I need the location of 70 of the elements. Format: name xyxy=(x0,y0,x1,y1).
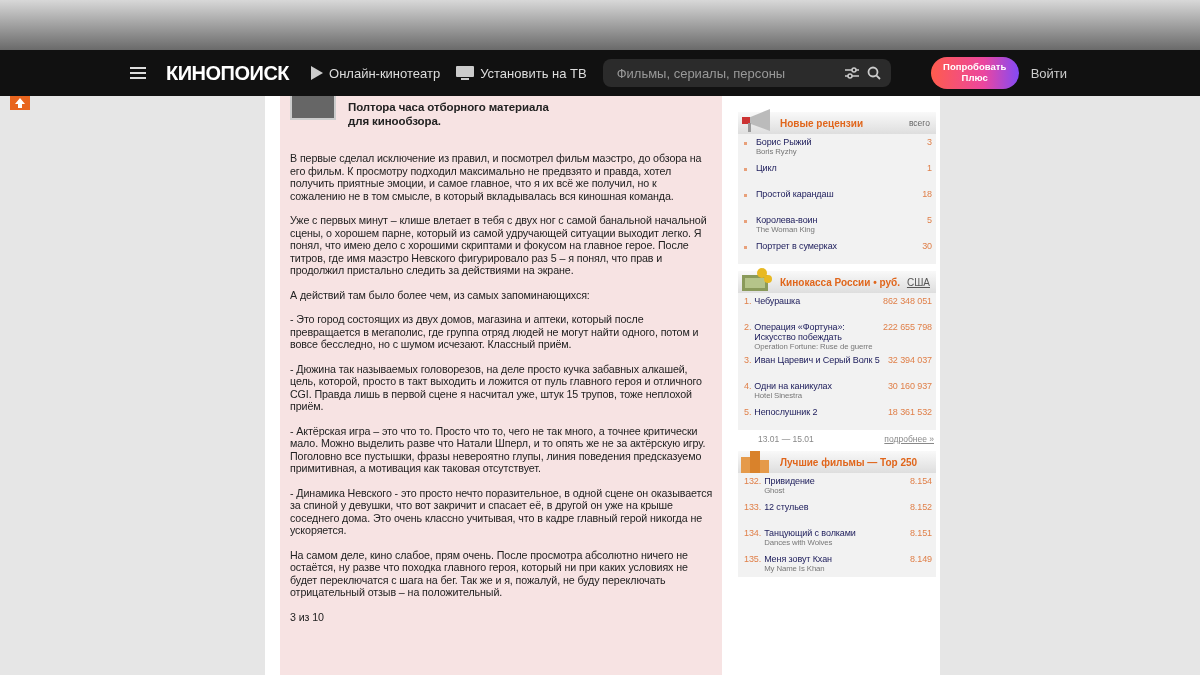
film-link[interactable]: Операция «Фортуна»: Искусство побеждать xyxy=(754,322,882,342)
review-paragraph: - Актёрская игра – это что то. Просто что то, чего не так много, а точнее критически мало. Можно выделить разве что Натали Шперл, и то опять же не за актёрскую игру. Поголовно все пустышки, фразы невероятно глупы, линия поведения предсказуемо примитивная, а мотивация как таковая отсутствует. xyxy=(290,424,707,475)
bullet-icon xyxy=(744,220,747,223)
film-link[interactable]: Иван Царевич и Серый Волк 5 xyxy=(754,355,886,365)
filter-icon[interactable] xyxy=(844,67,859,79)
film-link[interactable]: Борис Рыжий xyxy=(756,137,926,147)
film-link[interactable]: Одни на каникулах xyxy=(754,381,886,391)
usa-link[interactable]: США xyxy=(906,276,930,288)
box-office-sum: 30 160 937 xyxy=(887,381,932,393)
rank-number: 135. xyxy=(744,554,762,566)
scroll-up-icon[interactable] xyxy=(10,96,30,110)
review-paragraph: - Дюжина так называемых головорезов, на деле просто кучка забавных алкашей, цель, которой, просто в такт выходить и ложится от пуль главного героя и отличного CGI. Правда лишь в первой сцене я насчитал уже, штук 15 трупов, тоже неплохой приём. xyxy=(290,362,703,413)
film-link[interactable]: Портрет в сумерках xyxy=(756,241,921,251)
review-rating: 3 из 10 xyxy=(290,610,325,623)
film-link[interactable]: Чебурашка xyxy=(754,296,882,306)
film-rating: 8.149 xyxy=(909,554,932,566)
film-rating: 8.154 xyxy=(909,476,932,488)
nav-link[interactable]: Онлайн-кинотеатр xyxy=(311,65,441,81)
bullet-icon xyxy=(744,142,747,145)
review-paragraph: Уже с первых минут – клише влетает в тебя с двух ног с самой банальной начальной сцены, о хорошем парне, который из самой удручающей ситуации выходит легко. Я понял, что имею дело с хорошими скриптами и фокусом на главное герое. После титров, где имя маэстро Невского фигурировало раз 5 – я понял, что прав и продолжил пристально следить за действиями на экране. xyxy=(290,214,708,277)
review-count: 3 xyxy=(927,137,932,149)
tv-icon xyxy=(456,65,475,81)
bullet-icon xyxy=(744,246,747,249)
review-count: 1 xyxy=(927,163,932,175)
search-field[interactable]: Фильмы, сериалы, персоны xyxy=(614,64,837,82)
film-link[interactable]: Танцующий с волками xyxy=(764,528,908,538)
search-icon[interactable] xyxy=(866,66,881,80)
bullet-icon xyxy=(744,168,747,171)
more-link[interactable]: подробнее » xyxy=(884,434,934,444)
review-count: 30 xyxy=(922,241,932,253)
film-link[interactable]: Королева-воин xyxy=(756,215,926,225)
box-office-sum: 222 655 798 xyxy=(883,322,932,334)
play-icon xyxy=(311,66,324,80)
review-title: Полтора часа отборного материала для кинообзора. xyxy=(348,101,550,128)
review-count: 5 xyxy=(927,215,932,227)
film-link[interactable]: Непослушник 2 xyxy=(754,407,886,417)
rank-number: 134. xyxy=(744,528,762,540)
review-count: 18 xyxy=(922,189,932,201)
photo-placeholder xyxy=(290,96,336,120)
money-icon xyxy=(740,265,774,293)
login-link[interactable]: Войти xyxy=(1030,65,1068,81)
review-paragraph: - Динамика Невского - это просто нечто поразительное, в одной сцене он оказывается за спиной у девушки, что вот закричит и спасает её, в другой он уже на крыше соседнего дома. Это очень классно учитывая, что в кадре главный герой никогда не ускоряется. xyxy=(290,486,714,537)
rank-number: 3. xyxy=(744,355,752,367)
rank-number: 132. xyxy=(744,476,762,488)
site-logo[interactable]: КИНОПОИСК xyxy=(166,61,290,85)
menu-icon[interactable] xyxy=(130,66,146,80)
film-link[interactable]: 12 стульев xyxy=(764,502,908,512)
film-link[interactable]: Привидение xyxy=(764,476,908,486)
film-rating: 8.151 xyxy=(909,528,932,540)
review-paragraph: В первые сделал исключение из правил, и посмотрел фильм маэстро, до обзора на его фильм. К просмотру подходил максимально не предвзято и правда, хотел получить приятные эмоции, и самое главное, что я их всё же получил, но к сожалению не в том смысле, в который вкладывалась вся киношная команда. xyxy=(290,152,703,202)
rank-number: 1. xyxy=(744,296,752,308)
search-bar[interactable]: Фильмы, сериалы, персоны xyxy=(602,59,891,87)
box-office-sum: 862 348 051 xyxy=(883,296,932,308)
review-paragraph: А действий там было более чем, из самых запоминающихся: xyxy=(290,288,591,301)
nav-link[interactable]: Установить на ТВ xyxy=(456,65,587,81)
column-note: всего xyxy=(908,118,930,128)
rank-number: 2. xyxy=(744,322,752,334)
review-paragraph: На самом деле, кино слабое, прям очень. После просмотра абсолютно ничего не остаётся, ну разве что походка главного героя, который ни при каких условиях не будет переключатся с шага на бег. Так же и я, пожалуй, не буду переключать отрицательный отзыв – на положительный. xyxy=(290,548,689,599)
box-office-sum: 18 361 532 xyxy=(887,407,932,419)
rank-number: 5. xyxy=(744,407,752,419)
bullet-icon xyxy=(744,194,747,197)
film-link[interactable]: Цикл xyxy=(756,163,926,173)
rank-number: 4. xyxy=(744,381,752,393)
box-office-sum: 32 394 037 xyxy=(887,355,932,367)
rank-number: 133. xyxy=(744,502,762,514)
film-rating: 8.152 xyxy=(909,502,932,514)
film-link[interactable]: Простой карандаш xyxy=(756,189,921,199)
date-range: 13.01 — 15.01 xyxy=(758,434,814,444)
review-paragraph: - Это город состоящих из двух домов, магазина и аптеки, который после превращается в мегаполис, где группа отряд людей не могут найти одного, потом и вовсе бесследно, но с шумом исчезают. Классный приём. xyxy=(290,313,700,351)
film-link[interactable]: Меня зовут Кхан xyxy=(764,554,908,564)
